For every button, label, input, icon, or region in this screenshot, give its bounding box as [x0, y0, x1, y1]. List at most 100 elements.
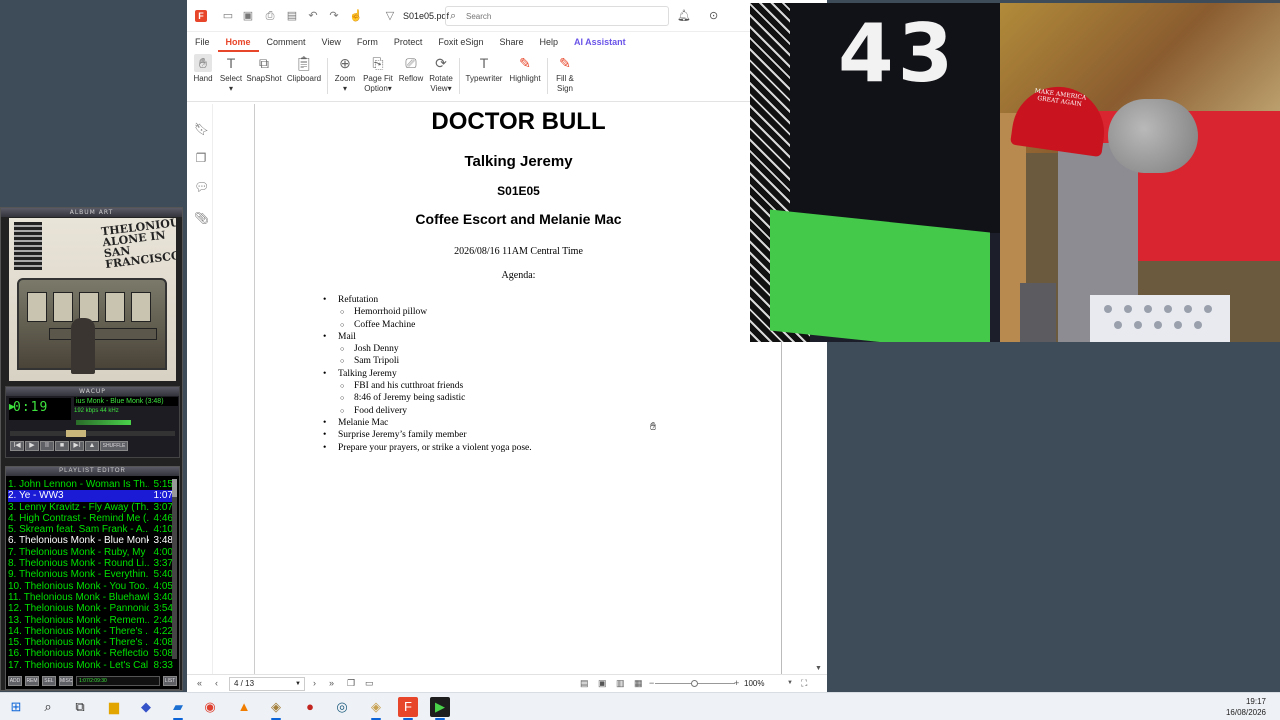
page-icon[interactable]: ▤ [285, 9, 299, 23]
pages-icon[interactable]: ❐ [194, 151, 208, 165]
zoom-in-icon[interactable]: + [734, 678, 739, 688]
fill-sign-button[interactable]: ✎ Fill & Sign [551, 54, 579, 94]
search-input[interactable] [466, 9, 664, 23]
menu-view[interactable]: View [314, 34, 349, 52]
snapshot-button[interactable]: ⧉ SnapShot [245, 54, 283, 84]
zoom-button[interactable]: ⊕ Zoom ▾ [333, 54, 357, 94]
hand-tool-icon[interactable]: ☝ [349, 9, 363, 23]
visual-studio-icon[interactable]: ◆ [136, 697, 156, 717]
menu-file[interactable]: File [187, 34, 218, 52]
redo-icon[interactable]: ↷ [327, 9, 341, 23]
menu-home[interactable]: Home [217, 34, 259, 52]
playlist-item[interactable]: 17. Thelonious Monk - Let's Cal... 8:33 [8, 660, 173, 671]
open-folder-icon[interactable]: ▭ [221, 9, 235, 23]
page-copy-icon[interactable]: ❐ [347, 678, 355, 689]
zoom-slider-knob[interactable] [691, 680, 698, 687]
search-field[interactable]: ⌕ [445, 6, 669, 26]
playlist-item[interactable]: 15. Thelonious Monk - There's ... 4:08 [8, 637, 173, 648]
play-button[interactable]: ▶ [25, 441, 39, 451]
typewriter-button[interactable]: T Typewriter [463, 54, 505, 84]
volume-slider[interactable] [76, 420, 131, 425]
add-button[interactable]: ADD [8, 676, 22, 686]
playlist-item[interactable]: 10. Thelonious Monk - You Too... 4:05 [8, 581, 173, 592]
scroll-down-icon[interactable]: ▼ [815, 665, 822, 672]
playlist-item[interactable]: 2. Ye - WW3 1:07 [8, 490, 173, 502]
scrollbar-thumb[interactable] [172, 479, 177, 497]
select-button[interactable]: SEL [42, 676, 56, 686]
ide-icon[interactable]: ▰ [168, 697, 188, 720]
menu-form[interactable]: Form [349, 34, 386, 52]
search-icon[interactable]: ⌕ [38, 697, 58, 717]
terminal-icon[interactable]: ▶ [430, 697, 450, 720]
playlist-item[interactable]: 4. High Contrast - Remind Me (... 4:46 [8, 513, 173, 524]
undo-icon[interactable]: ↶ [306, 9, 320, 23]
playlist-titlebar[interactable]: PLAYLIST EDITOR [6, 467, 179, 476]
bell-icon[interactable]: 🔔︎ [677, 9, 691, 22]
zoom-level[interactable]: 100% [744, 679, 764, 688]
system-clock[interactable]: 19:17 16/08/2026 [1226, 696, 1266, 718]
account-icon[interactable]: ⊙ [709, 9, 718, 22]
menu-ai-assistant[interactable]: AI Assistant [566, 34, 634, 52]
shuffle-button[interactable]: SHUFFLE [100, 441, 128, 451]
dropdown-chevron-icon[interactable]: ▽ [383, 9, 397, 23]
zoom-out-icon[interactable]: − [649, 678, 654, 688]
playlist-item[interactable]: 9. Thelonious Monk - Everythin... 5:40 [8, 569, 173, 580]
page-number-field[interactable]: 4 / 13 ▼ [229, 677, 305, 691]
last-page-icon[interactable]: » [329, 678, 334, 688]
file-explorer-icon[interactable]: ▆ [104, 697, 124, 717]
continuous-page-icon[interactable]: ▣ [598, 678, 607, 689]
seek-knob[interactable] [66, 430, 86, 437]
pause-button[interactable]: II [40, 441, 54, 451]
page-layout-icon[interactable]: ▭ [365, 678, 374, 689]
page-fit-button[interactable]: ⎘ Page Fit Option▾ [361, 54, 395, 94]
player-titlebar[interactable]: WACUP [6, 387, 179, 396]
list-button[interactable]: LIST [163, 676, 177, 686]
stop-button[interactable]: ■ [55, 441, 69, 451]
facing-page-icon[interactable]: ▥ [616, 678, 625, 689]
album-art-titlebar[interactable]: ALBUM ART [1, 208, 182, 217]
print-icon[interactable]: ⎙ [263, 9, 277, 23]
menu-help[interactable]: Help [531, 34, 566, 52]
hand-tool-button[interactable]: ✋︎ Hand [193, 54, 213, 84]
obs-icon[interactable]: ◎ [332, 697, 352, 717]
playlist-scrollbar[interactable] [172, 479, 177, 659]
playlist-item[interactable]: 11. Thelonious Monk - Bluehawk 3:40 [8, 592, 173, 603]
playlist-item[interactable]: 7. Thelonious Monk - Ruby, My ... 4:00 [8, 547, 173, 558]
bookmark-icon[interactable]: 🔖︎ [194, 122, 209, 136]
menu-comment[interactable]: Comment [259, 34, 314, 52]
playlist-item[interactable]: 3. Lenny Kravitz - Fly Away (Th... 3:07 [8, 502, 173, 513]
menu-foxit-esign[interactable]: Foxit eSign [430, 34, 491, 52]
first-page-icon[interactable]: « [197, 678, 202, 688]
vlc-icon[interactable]: ▲ [234, 697, 254, 717]
playlist-item[interactable]: 6. Thelonious Monk - Blue Monk 3:48 [8, 535, 173, 546]
eject-button[interactable]: ▲ [85, 441, 99, 451]
wacup-icon[interactable]: ◈ [266, 697, 286, 720]
playlist-item[interactable]: 16. Thelonious Monk - Reflectio... 5:08 [8, 648, 173, 659]
single-page-icon[interactable]: ▤ [580, 678, 589, 689]
highlight-button[interactable]: ✎ Highlight [507, 54, 543, 84]
attachment-icon[interactable]: 📎︎ [194, 211, 209, 225]
rotate-view-button[interactable]: ⟳ Rotate View▾ [427, 54, 455, 94]
playlist-item[interactable]: 8. Thelonious Monk - Round Li... 3:37 [8, 558, 173, 569]
remove-button[interactable]: REM [25, 676, 39, 686]
next-button[interactable]: ▶I [70, 441, 84, 451]
start-windows-icon[interactable]: ⊞ [6, 697, 26, 717]
chrome-icon[interactable]: ◉ [200, 697, 220, 717]
playlist-item[interactable]: 13. Thelonious Monk - Remem... 2:44 [8, 615, 173, 626]
cover-page-icon[interactable]: ▦ [634, 678, 643, 689]
menu-protect[interactable]: Protect [386, 34, 431, 52]
zoom-dropdown-icon[interactable]: ▼ [787, 680, 793, 686]
fullscreen-icon[interactable]: ⛶ [801, 678, 807, 689]
playlist-item[interactable]: 14. Thelonious Monk - There's ... 4:22 [8, 626, 173, 637]
save-icon[interactable]: ▣ [241, 9, 255, 23]
foxit-pdf-icon[interactable]: F [398, 697, 418, 720]
task-view-icon[interactable]: ⧉ [70, 697, 90, 717]
previous-button[interactable]: I◀ [10, 441, 24, 451]
media-icon[interactable]: ◈ [366, 697, 386, 720]
menu-share[interactable]: Share [491, 34, 531, 52]
playlist-item[interactable]: 12. Thelonious Monk - Pannonica 3:54 [8, 603, 173, 614]
record-icon[interactable]: ● [300, 697, 320, 717]
next-page-icon[interactable]: › [313, 678, 316, 688]
select-tool-button[interactable]: T Select ▾ [219, 54, 243, 94]
previous-page-icon[interactable]: ‹ [215, 678, 218, 688]
